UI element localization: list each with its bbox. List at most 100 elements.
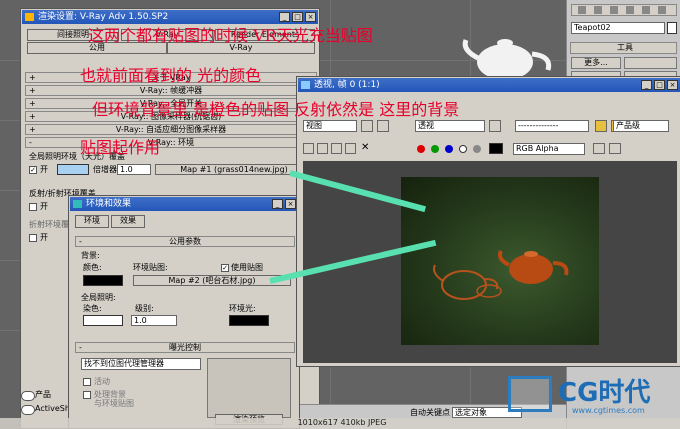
app-icon	[73, 200, 82, 208]
active-checkbox[interactable]	[83, 378, 91, 386]
hierarchy-tab-icon[interactable]	[610, 6, 618, 14]
maximize-icon[interactable]: □	[654, 80, 665, 90]
image-info-bar: 1010x617 410kb JPEG	[0, 418, 680, 429]
env-titlebar: 环境和效果 _ ×	[70, 197, 298, 211]
brand-logo-icon	[508, 376, 552, 412]
display-tab-icon[interactable]	[642, 6, 650, 14]
refl-env-on-checkbox[interactable]	[29, 203, 37, 211]
and-env-map-label: 与环境贴图	[94, 399, 134, 408]
level-label: 级别:	[135, 304, 154, 313]
copy-image-icon[interactable]	[317, 143, 328, 154]
rollout-exposure[interactable]: - 曝光控制	[75, 342, 295, 353]
annotation-line-4: 贴图起作用	[80, 138, 161, 157]
modify-tab-icon[interactable]	[594, 6, 602, 14]
render-level-select[interactable]: 产品级	[613, 120, 669, 132]
object-name-field[interactable]: Teapot02	[571, 22, 665, 34]
tab-effects[interactable]: 效果	[111, 215, 145, 228]
annotation-line-1: 这两个都有贴图的时候 VR天光充当贴图	[88, 26, 373, 45]
blue-channel-icon[interactable]	[445, 145, 453, 153]
mono-channel-icon[interactable]	[473, 145, 481, 153]
display-toggle-icon-2[interactable]	[609, 143, 621, 154]
use-map-checkbox[interactable]: ✓	[221, 264, 229, 272]
tools-rollout-label: 工具	[617, 43, 633, 52]
rollout-adaptive-sampler[interactable]: + V-Ray:: 自适应细分图像采样器	[25, 124, 317, 135]
level-input[interactable]: 1.0	[131, 315, 177, 326]
rollout-label: V-Ray:: 帧缓冲器	[139, 86, 203, 95]
close-icon[interactable]: ×	[285, 199, 296, 209]
product-radio[interactable]	[21, 391, 35, 401]
env-map-button[interactable]: Map #2 (吧台石材.jpg)	[133, 275, 291, 286]
rollout-label: V-Ray:: 自适应细分图像采样器	[115, 125, 227, 134]
minimize-icon[interactable]: _	[279, 12, 290, 22]
object-color-swatch[interactable]	[667, 22, 677, 34]
maximize-icon[interactable]: □	[292, 12, 303, 22]
tab-environment[interactable]: 环境	[75, 215, 109, 228]
envmap-label: 环境贴图:	[133, 263, 168, 272]
refr-env-on-label: 开	[40, 233, 48, 242]
gi-env-on-checkbox[interactable]: ✓	[29, 166, 37, 174]
channel-color-swatch[interactable]	[489, 143, 503, 154]
ambient-label: 环境光:	[229, 304, 256, 313]
motion-tab-icon[interactable]	[626, 6, 634, 14]
utilities-tab-icon[interactable]	[658, 6, 666, 14]
create-tab-icon[interactable]	[578, 6, 586, 14]
close-icon[interactable]: ×	[305, 12, 316, 22]
minimize-icon[interactable]: _	[272, 199, 283, 209]
tools-button-2[interactable]	[624, 57, 677, 69]
image-info: 1010x617 410kb JPEG	[297, 418, 387, 427]
brand-url: www.cgtimes.com	[572, 406, 645, 415]
environment-effects-window: 环境和效果 _ × 环境 效果 - 公用参数 背景: 颜色: 环境贴图: ✓ 使用…	[68, 195, 300, 429]
process-bg-checkbox[interactable]	[83, 391, 91, 399]
preset-select[interactable]: --------------	[515, 120, 589, 132]
annotation-line-2: 也就前面看到的 光的颜色	[80, 66, 262, 85]
tools-rollout[interactable]: 工具	[570, 42, 677, 54]
ambient-color-swatch[interactable]	[229, 315, 269, 326]
use-map-label: 使用贴图	[231, 263, 263, 272]
multiplier-label: 倍增器:	[93, 165, 120, 174]
save-image-icon[interactable]	[303, 143, 314, 154]
minimize-icon[interactable]: _	[641, 80, 652, 90]
clear-icon[interactable]: ✕	[361, 143, 369, 153]
rollout-common-params[interactable]: - 公用参数	[75, 236, 295, 247]
tint-color-swatch[interactable]	[83, 315, 123, 326]
alpha-channel-icon[interactable]	[459, 145, 467, 153]
clone-window-icon[interactable]	[331, 143, 342, 154]
tint-label: 染色:	[83, 304, 102, 313]
print-icon[interactable]	[345, 143, 356, 154]
region-icon[interactable]	[377, 120, 389, 132]
refr-env-on-checkbox[interactable]	[29, 234, 37, 242]
rendered-teapots-image	[433, 250, 569, 300]
annotation-line-3: 但环境背景里 是橙色的贴图 反射依然是 这里的背景	[92, 100, 460, 119]
rollout-environment[interactable]: - V-Ray:: 环境	[25, 137, 317, 148]
pin-icon[interactable]	[489, 120, 501, 132]
rendered-image	[401, 177, 599, 345]
watermark: CG时代 www.cgtimes.com	[508, 372, 678, 418]
render-setup-icon[interactable]	[595, 120, 607, 132]
exposure-preview	[207, 358, 291, 418]
render-setup-title: 渲染设置: V-Ray Adv 1.50.SP2	[38, 12, 169, 22]
rollout-label: 公用参数	[169, 237, 201, 246]
active-label: 活动	[94, 377, 110, 386]
bg-color-swatch[interactable]	[83, 275, 123, 286]
lock-icon[interactable]	[361, 120, 373, 132]
channel-select[interactable]: RGB Alpha	[513, 143, 585, 155]
view-select[interactable]: 视图	[303, 120, 357, 132]
rollout-frame-buffer[interactable]: + V-Ray:: 帧缓冲器	[25, 85, 317, 96]
rollout-label: 曝光控制	[169, 343, 201, 352]
viewport-select[interactable]: 透视	[415, 120, 485, 132]
display-toggle-icon[interactable]	[593, 143, 605, 154]
activeshade-radio[interactable]	[21, 405, 35, 415]
gi-env-color-swatch[interactable]	[57, 164, 89, 175]
app-icon	[25, 13, 34, 21]
env-title: 环境和效果	[86, 199, 132, 209]
multiplier-input[interactable]: 1.0	[117, 164, 151, 175]
close-icon[interactable]: ×	[667, 80, 678, 90]
refl-env-on-label: 开	[40, 202, 48, 211]
global-light-label: 全局照明:	[81, 293, 116, 302]
green-channel-icon[interactable]	[431, 145, 439, 153]
autokey-label[interactable]: 自动关键点	[410, 408, 450, 418]
product-label: 产品	[35, 390, 51, 399]
exposure-select[interactable]: 找不到位图代理管理器	[81, 358, 201, 370]
red-channel-icon[interactable]	[417, 145, 425, 153]
more-button[interactable]: 更多...	[571, 57, 621, 69]
